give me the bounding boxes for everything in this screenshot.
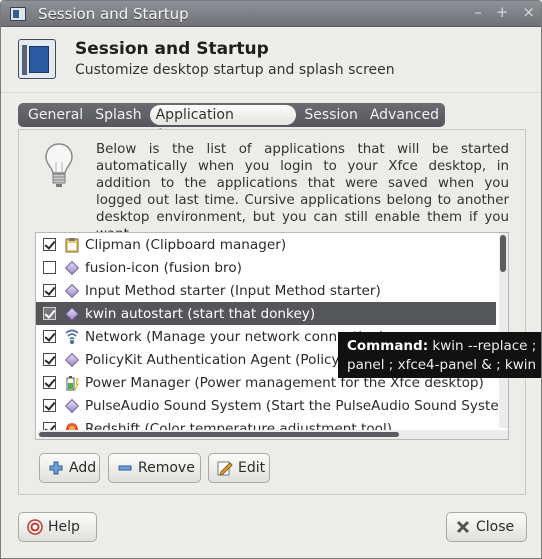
autostart-checkbox[interactable] [43,261,56,274]
dialog-header: Session and Startup Customize desktop st… [1,28,541,92]
help-button-label: Help [48,519,80,535]
add-button[interactable]: Add [39,453,100,483]
tab-advanced[interactable]: Advanced [364,105,445,125]
window-title: Session and Startup [38,4,189,23]
list-item-selected[interactable]: kwin autostart (start that donkey) [36,302,496,325]
session-startup-window: Session and Startup – + × Session and St… [0,0,542,559]
close-icon [455,519,471,535]
tab-application-autostart[interactable]: Application Autostart [149,105,297,143]
autostart-checkbox[interactable] [43,284,56,297]
list-item[interactable]: Clipman (Clipboard manager) [36,233,496,256]
close-button-label: Close [476,519,515,535]
app-diamond-icon [64,398,80,414]
close-window-button[interactable]: × [522,3,535,21]
tooltip-command-label: Command: [347,338,429,354]
list-item-label: Input Method starter (Input Method start… [85,282,381,299]
clipboard-icon [64,237,80,253]
app-diamond-icon [64,283,80,299]
header-subtitle: Customize desktop startup and splash scr… [75,62,395,78]
network-icon [64,329,80,345]
edit-button[interactable]: Edit [208,453,270,483]
list-item-label: fusion-icon (fusion bro) [85,259,242,276]
autostart-checkbox[interactable] [43,238,56,251]
list-item-label: Clipman (Clipboard manager) [85,236,287,253]
autostart-panel: Below is the list of applications that w… [18,129,526,495]
help-icon [27,519,43,535]
tooltip-line-1: Command: kwin --replace ; ki [347,337,542,356]
edit-icon [217,460,233,476]
lightbulb-icon [45,143,73,187]
tooltip-line-2: panel ; xfce4-panel & ; kwin --r [347,357,542,373]
autostart-checkbox[interactable] [43,399,56,412]
header-divider [1,92,541,93]
vertical-scroll-thumb[interactable] [500,235,506,272]
app-diamond-icon [64,352,80,368]
tab-bar: General Splash Application Autostart Ses… [18,103,445,143]
tooltip-command-text: kwin --replace ; ki [428,338,542,354]
minimize-button[interactable]: – [474,3,482,21]
list-item[interactable]: fusion-icon (fusion bro) [36,256,496,279]
command-tooltip: Command: kwin --replace ; ki panel ; xfc… [338,332,542,378]
list-item-label: kwin autostart (start that donkey) [85,305,316,322]
list-item[interactable]: PulseAudio Sound System (Start the Pulse… [36,394,508,417]
autostart-checkbox[interactable] [43,376,56,389]
close-button[interactable]: Close [446,512,527,542]
minus-icon [117,460,133,476]
autostart-checkbox[interactable] [43,307,56,320]
list-item[interactable]: Input Method starter (Input Method start… [36,279,496,302]
add-button-label: Add [69,460,97,476]
autostart-checkbox[interactable] [43,330,56,343]
remove-button-label: Remove [138,460,195,476]
title-bar[interactable]: Session and Startup – + × [1,1,541,27]
header-title: Session and Startup [75,39,269,59]
tab-general[interactable]: General [22,105,89,125]
horizontal-scrollbar[interactable] [38,430,508,439]
tab-session[interactable]: Session [298,105,363,125]
window-app-icon[interactable] [10,6,26,21]
list-item-label: PulseAudio Sound System (Start the Pulse… [85,397,509,414]
app-diamond-icon [64,260,80,276]
maximize-button[interactable]: + [496,3,509,21]
tab-splash[interactable]: Splash [89,105,147,125]
vertical-scrollbar[interactable] [499,233,508,428]
plus-icon [48,460,64,476]
app-diamond-icon [64,306,80,322]
horizontal-scroll-thumb[interactable] [39,432,399,437]
remove-button[interactable]: Remove [108,453,201,483]
edit-button-label: Edit [238,460,266,476]
help-button[interactable]: Help [18,512,97,542]
autostart-checkbox[interactable] [43,353,56,366]
battery-icon [64,375,80,391]
session-settings-icon [18,39,56,79]
autostart-description: Below is the list of applications that w… [96,142,509,242]
